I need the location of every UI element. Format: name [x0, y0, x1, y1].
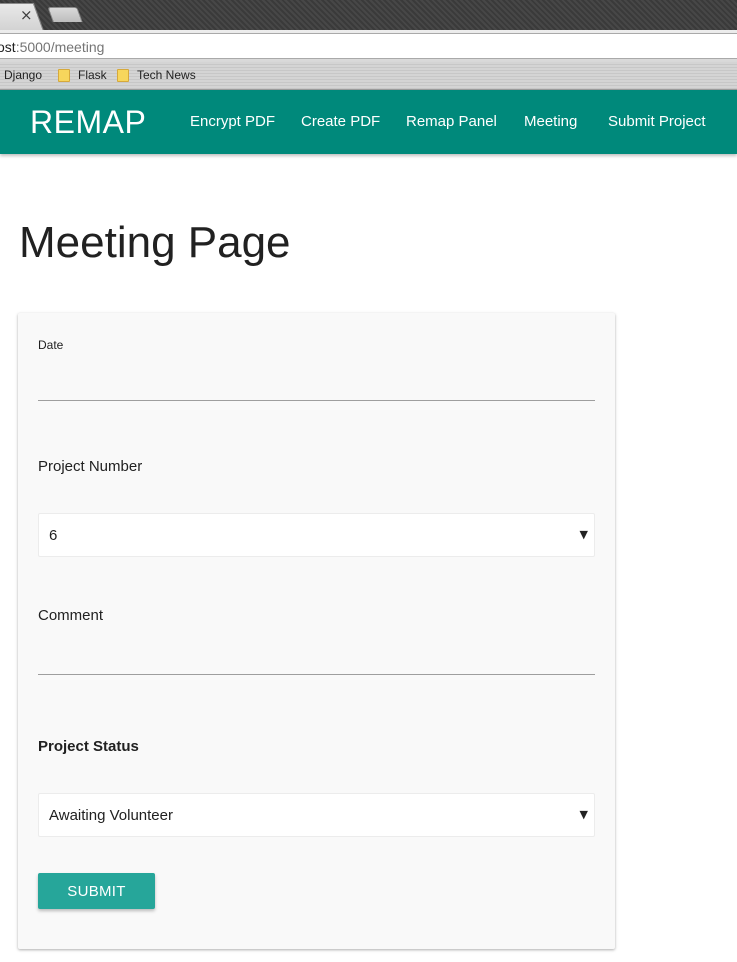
browser-tab-strip: ×	[0, 0, 737, 31]
project-number-value: 6	[49, 527, 58, 544]
app-navbar: REMAP Encrypt PDF Create PDF Remap Panel…	[0, 90, 737, 154]
page-title: Meeting Page	[19, 218, 291, 267]
url-text: ost:5000/meeting	[0, 39, 104, 55]
nav-link-meeting[interactable]: Meeting	[524, 113, 577, 130]
comment-input[interactable]	[38, 645, 595, 675]
bookmark-tech-news[interactable]: Tech News	[117, 68, 196, 82]
nav-link-submit-project[interactable]: Submit Project	[608, 113, 706, 130]
nav-link-encrypt-pdf[interactable]: Encrypt PDF	[190, 113, 275, 130]
project-number-label: Project Number	[38, 458, 143, 475]
url-field[interactable]: ost:5000/meeting	[0, 33, 737, 59]
meeting-form-card: Date Project Number 6 ▼ Comment Project …	[18, 313, 615, 949]
folder-icon	[58, 68, 70, 82]
bookmarks-bar: Django Flask Tech News	[0, 62, 737, 90]
nav-link-create-pdf[interactable]: Create PDF	[301, 113, 380, 130]
dropdown-caret-icon: ▼	[579, 808, 588, 821]
project-status-value: Awaiting Volunteer	[49, 807, 173, 824]
bookmark-flask[interactable]: Flask	[58, 68, 107, 82]
project-status-label: Project Status	[38, 738, 139, 755]
bookmark-label: Flask	[78, 68, 107, 82]
bookmark-label: Django	[4, 68, 43, 82]
url-host: ost	[0, 39, 16, 55]
date-label: Date	[38, 338, 64, 352]
bookmark-django[interactable]: Django	[4, 68, 42, 82]
folder-icon	[117, 68, 129, 82]
url-path: :5000/meeting	[15, 39, 105, 55]
dropdown-caret-icon: ▼	[579, 528, 588, 541]
project-status-select[interactable]: Awaiting Volunteer ▼	[38, 793, 595, 837]
new-tab-button[interactable]	[47, 7, 83, 22]
brand-logo[interactable]: REMAP	[30, 104, 146, 141]
comment-label: Comment	[38, 607, 104, 624]
project-number-select[interactable]: 6 ▼	[38, 513, 595, 557]
submit-button[interactable]: SUBMIT	[38, 873, 155, 909]
bookmark-label: Tech News	[137, 68, 196, 82]
tab-close-icon[interactable]: ×	[20, 5, 33, 25]
address-bar: ost:5000/meeting	[0, 30, 737, 62]
nav-link-remap-panel[interactable]: Remap Panel	[406, 113, 497, 130]
date-input[interactable]	[38, 371, 595, 401]
